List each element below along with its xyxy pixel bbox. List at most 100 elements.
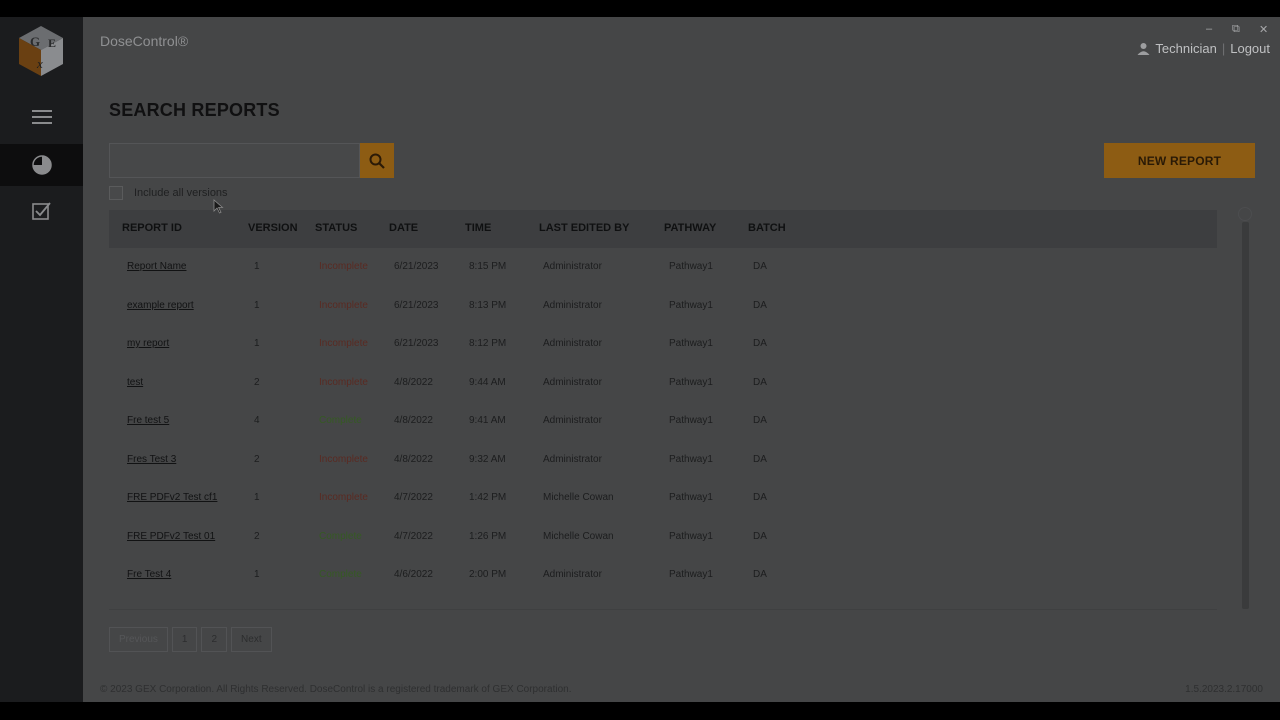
- version-cell: 4: [254, 415, 260, 426]
- report-id-link[interactable]: FRE PDFv2 Test cf1: [127, 492, 217, 503]
- status-cell: Incomplete: [319, 300, 368, 311]
- report-id-link[interactable]: Report Name: [127, 261, 186, 272]
- user-icon: [1137, 43, 1150, 55]
- batch-cell: DA: [753, 531, 767, 542]
- version-cell: 1: [254, 569, 260, 580]
- report-id-link[interactable]: FRE PDFv2 Test 01: [127, 531, 215, 542]
- version-cell: 1: [254, 492, 260, 503]
- time-cell: 9:41 AM: [469, 415, 506, 426]
- sidebar-item-dashboard[interactable]: [0, 144, 83, 186]
- pathway-cell: Pathway1: [669, 377, 713, 388]
- status-cell: Incomplete: [319, 377, 368, 388]
- editor-cell: Administrator: [543, 569, 602, 580]
- gex-logo: G E x: [17, 24, 65, 78]
- pathway-cell: Pathway1: [669, 531, 713, 542]
- scroll-up-handle[interactable]: [1238, 207, 1252, 221]
- editor-cell: Administrator: [543, 338, 602, 349]
- status-cell: Incomplete: [319, 454, 368, 465]
- table-row[interactable]: Fre Test 4 1 Complete 4/6/2022 2:00 PM A…: [109, 556, 1217, 594]
- time-cell: 8:12 PM: [469, 338, 507, 349]
- table-row[interactable]: FRE PDFv2 Test cf1 1 Incomplete 4/7/2022…: [109, 479, 1217, 517]
- editor-cell: Administrator: [543, 415, 602, 426]
- column-header[interactable]: TIME: [465, 222, 491, 234]
- page-2-button[interactable]: 2: [201, 627, 228, 652]
- column-header[interactable]: LAST EDITED BY: [539, 222, 629, 234]
- version-cell: 2: [254, 377, 260, 388]
- previous-page-button[interactable]: Previous: [109, 627, 168, 652]
- pathway-cell: Pathway1: [669, 300, 713, 311]
- minimize-button[interactable]: –: [1206, 23, 1212, 35]
- time-cell: 2:00 PM: [469, 569, 507, 580]
- batch-cell: DA: [753, 492, 767, 503]
- page-1-button[interactable]: 1: [171, 627, 198, 652]
- table-row[interactable]: FRE PDFv2 Test 01 2 Complete 4/7/2022 1:…: [109, 518, 1217, 556]
- close-button[interactable]: ✕: [1259, 23, 1268, 36]
- next-page-button[interactable]: Next: [231, 627, 272, 652]
- editor-cell: Michelle Cowan: [543, 531, 614, 542]
- batch-cell: DA: [753, 261, 767, 272]
- column-header[interactable]: STATUS: [315, 222, 357, 234]
- table-scrollbar[interactable]: [1242, 222, 1249, 609]
- main-content: DoseControl® – ⧉ ✕ Technician | Logout S…: [83, 17, 1280, 702]
- include-versions-checkbox[interactable]: [109, 186, 123, 200]
- reports-table: REPORT ID VERSION STATUS DATE TIME LAST …: [109, 210, 1217, 610]
- report-id-link[interactable]: my report: [127, 338, 169, 349]
- table-row[interactable]: Report Name 1 Incomplete 6/21/2023 8:15 …: [109, 248, 1217, 286]
- svg-text:x: x: [36, 56, 43, 71]
- pathway-cell: Pathway1: [669, 415, 713, 426]
- table-row[interactable]: my report 1 Incomplete 6/21/2023 8:12 PM…: [109, 325, 1217, 363]
- time-cell: 9:44 AM: [469, 377, 506, 388]
- table-row[interactable]: Fres Test 3 2 Incomplete 4/8/2022 9:32 A…: [109, 441, 1217, 479]
- new-report-button[interactable]: NEW REPORT: [1104, 143, 1255, 178]
- date-cell: 4/7/2022: [394, 531, 433, 542]
- editor-cell: Michelle Cowan: [543, 492, 614, 503]
- search-input[interactable]: [109, 143, 360, 178]
- table-row[interactable]: Fre test 5 4 Complete 4/8/2022 9:41 AM A…: [109, 402, 1217, 440]
- logout-link[interactable]: Logout: [1230, 41, 1270, 56]
- report-id-link[interactable]: Fres Test 3: [127, 454, 176, 465]
- column-header[interactable]: VERSION: [248, 222, 298, 234]
- version-cell: 1: [254, 300, 260, 311]
- menu-button[interactable]: [0, 96, 83, 138]
- checkbox-icon: [31, 202, 51, 220]
- batch-cell: DA: [753, 415, 767, 426]
- date-cell: 4/6/2022: [394, 569, 433, 580]
- date-cell: 6/21/2023: [394, 338, 439, 349]
- svg-text:G: G: [30, 34, 40, 49]
- version-cell: 1: [254, 261, 260, 272]
- report-id-link[interactable]: Fre Test 4: [127, 569, 171, 580]
- editor-cell: Administrator: [543, 454, 602, 465]
- column-header[interactable]: PATHWAY: [664, 222, 716, 234]
- pathway-cell: Pathway1: [669, 569, 713, 580]
- column-header[interactable]: BATCH: [748, 222, 786, 234]
- app-title: DoseControl®: [100, 33, 189, 49]
- report-id-link[interactable]: example report: [127, 300, 194, 311]
- restore-button[interactable]: ⧉: [1232, 23, 1240, 36]
- table-row[interactable]: test 2 Incomplete 4/8/2022 9:44 AM Admin…: [109, 364, 1217, 402]
- status-cell: Complete: [319, 415, 362, 426]
- include-versions-label: Include all versions: [134, 187, 228, 199]
- table-row[interactable]: example report 1 Incomplete 6/21/2023 8:…: [109, 287, 1217, 325]
- pathway-cell: Pathway1: [669, 338, 713, 349]
- column-header[interactable]: REPORT ID: [122, 222, 182, 234]
- user-separator: |: [1221, 41, 1226, 56]
- page-title: SEARCH REPORTS: [109, 100, 280, 120]
- column-header[interactable]: DATE: [389, 222, 418, 234]
- pathway-cell: Pathway1: [669, 492, 713, 503]
- date-cell: 4/7/2022: [394, 492, 433, 503]
- report-id-link[interactable]: Fre test 5: [127, 415, 169, 426]
- report-id-link[interactable]: test: [127, 377, 143, 388]
- batch-cell: DA: [753, 454, 767, 465]
- version-cell: 2: [254, 531, 260, 542]
- time-cell: 9:32 AM: [469, 454, 506, 465]
- user-area: Technician | Logout: [1137, 41, 1270, 56]
- search-button[interactable]: [360, 143, 394, 178]
- hamburger-icon: [31, 110, 52, 124]
- editor-cell: Administrator: [543, 377, 602, 388]
- status-cell: Incomplete: [319, 261, 368, 272]
- mouse-cursor-icon: [213, 199, 224, 214]
- search-icon: [369, 153, 385, 169]
- sidebar-item-tasks[interactable]: [0, 190, 83, 232]
- status-cell: Incomplete: [319, 492, 368, 503]
- time-cell: 1:42 PM: [469, 492, 507, 503]
